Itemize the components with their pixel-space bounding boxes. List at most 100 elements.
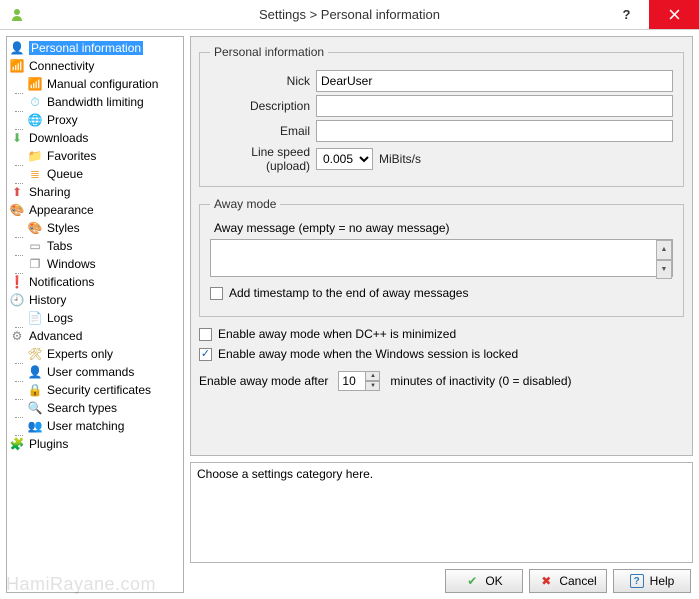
tree-item-advanced[interactable]: ⚙Advanced [7,327,183,345]
inactivity-down-button[interactable]: ▼ [366,381,380,391]
tree-label: User matching [47,419,124,433]
help-icon: ? [630,574,644,588]
locked-label: Enable away mode when the Windows sessio… [218,347,518,361]
tree-item-proxy[interactable]: 🌐 Proxy [7,111,183,129]
gauge-icon: ⏱ [27,94,43,110]
tree-item-search-types[interactable]: 🔍Search types [7,399,183,417]
settings-tree[interactable]: 👤 Personal information 📶Connectivity📶 Manua… [6,36,184,593]
description-text: Choose a settings category here. [197,467,373,481]
line-speed-unit: MiBits/s [379,152,421,166]
tree-item-sharing[interactable]: ⬆ Sharing [7,183,183,201]
palette-icon: 🎨 [27,220,43,236]
user-icon: 👤 [9,40,25,56]
tree-label: Advanced [29,329,82,343]
lock-icon: 🔒 [27,382,43,398]
nick-input[interactable] [316,70,673,92]
email-label: Email [210,124,310,138]
tree-item-tabs[interactable]: ▭ Tabs [7,237,183,255]
tree-item-notifications[interactable]: ❗Notifications [7,273,183,291]
tree-item-queue[interactable]: ≣ Queue [7,165,183,183]
minimized-label: Enable away mode when DC++ is minimized [218,327,456,341]
tree-item-styles[interactable]: 🎨 Styles [7,219,183,237]
tabs-icon: ▭ [27,238,43,254]
description-input[interactable] [316,95,673,117]
tree-item-windows[interactable]: ❐ Windows [7,255,183,273]
button-bar: ✔ OK ✖ Cancel ? Help [190,569,693,593]
tree-item-logs[interactable]: 📄 Logs [7,309,183,327]
tree-item-plugins[interactable]: 🧩 Plugins [7,435,183,453]
inactivity-suffix: minutes of inactivity (0 = disabled) [390,374,571,388]
tree-label: Appearance [29,203,94,217]
away-message-input[interactable] [210,239,673,277]
personal-info-group: Personal information Nick Description Em… [199,45,684,187]
tree-item-bandwidth-limiting[interactable]: ⏱Bandwidth limiting [7,93,183,111]
settings-panel: Personal information Nick Description Em… [190,36,693,456]
upload-icon: ⬆ [9,184,25,200]
tree-label: Favorites [47,149,96,163]
tree-label: Proxy [47,113,78,127]
star-folder-icon: 📁 [27,148,43,164]
cross-icon: ✖ [539,574,553,588]
inactivity-input[interactable] [338,371,366,391]
tree-label: Queue [47,167,83,181]
ok-button[interactable]: ✔ OK [445,569,523,593]
away-mode-group: Away mode Away message (empty = no away … [199,197,684,317]
tree-item-manual-configuration[interactable]: 📶 Manual configuration [7,75,183,93]
download-icon: ⬇ [9,130,25,146]
tools-icon: 🛠 [27,346,43,362]
timestamp-label: Add timestamp to the end of away message… [229,286,468,300]
logs-icon: 📄 [27,310,43,326]
user-match-icon: 👥 [27,418,43,434]
app-icon [8,6,26,24]
tree-label: Sharing [29,185,70,199]
tree-item-user-matching[interactable]: 👥 User matching [7,417,183,435]
tree-label: Notifications [29,275,94,289]
tree-item-favorites[interactable]: 📁 Favorites [7,147,183,165]
help-label: Help [650,574,675,588]
timestamp-checkbox[interactable] [210,287,223,300]
help-button[interactable]: ? Help [613,569,691,593]
away-msg-up-button[interactable]: ▲ [656,240,672,260]
tree-label: Logs [47,311,73,325]
tree-label: History [29,293,66,307]
tree-item-history[interactable]: 🕘History [7,291,183,309]
inactivity-prefix: Enable away mode after [199,374,328,388]
queue-icon: ≣ [27,166,43,182]
tree-label: Security certificates [47,383,151,397]
tree-item-personal-information[interactable]: 👤 Personal information [7,39,183,57]
appearance-icon: 🎨 [9,202,25,218]
away-msg-down-button[interactable]: ▼ [656,260,672,280]
description-label: Description [210,99,310,113]
windows-icon: ❐ [27,256,43,272]
locked-checkbox[interactable] [199,348,212,361]
inactivity-up-button[interactable]: ▲ [366,371,380,381]
window-title: Settings > Personal information [0,7,699,22]
tree-item-appearance[interactable]: 🎨 Appearance [7,201,183,219]
tree-item-downloads[interactable]: ⬇ Downloads [7,129,183,147]
titlebar-close-button[interactable] [649,0,699,29]
ok-label: OK [485,574,502,588]
tree-item-user-commands[interactable]: 👤User commands [7,363,183,381]
tree-label: Manual configuration [47,77,158,91]
nick-label: Nick [210,74,310,88]
tree-item-connectivity[interactable]: 📶Connectivity [7,57,183,75]
titlebar-help-button[interactable]: ? [604,0,649,29]
tree-item-security-certificates[interactable]: 🔒 Security certificates [7,381,183,399]
tree-label: Tabs [47,239,72,253]
tree-label: Plugins [29,437,68,451]
tree-label: Windows [47,257,96,271]
email-input[interactable] [316,120,673,142]
line-speed-select[interactable]: 0.005 [316,148,373,170]
plugin-icon: 🧩 [9,436,25,452]
globe-icon: 🌐 [27,112,43,128]
tree-label: Downloads [29,131,88,145]
cancel-button[interactable]: ✖ Cancel [529,569,607,593]
user-cmd-icon: 👤 [27,364,43,380]
personal-info-legend: Personal information [210,45,328,59]
tree-item-experts-only[interactable]: 🛠Experts only [7,345,183,363]
minimized-checkbox[interactable] [199,328,212,341]
signal-icon: 📶 [27,76,43,92]
away-mode-legend: Away mode [210,197,280,211]
tree-label: Personal information [29,41,143,55]
tree-label: Styles [47,221,80,235]
